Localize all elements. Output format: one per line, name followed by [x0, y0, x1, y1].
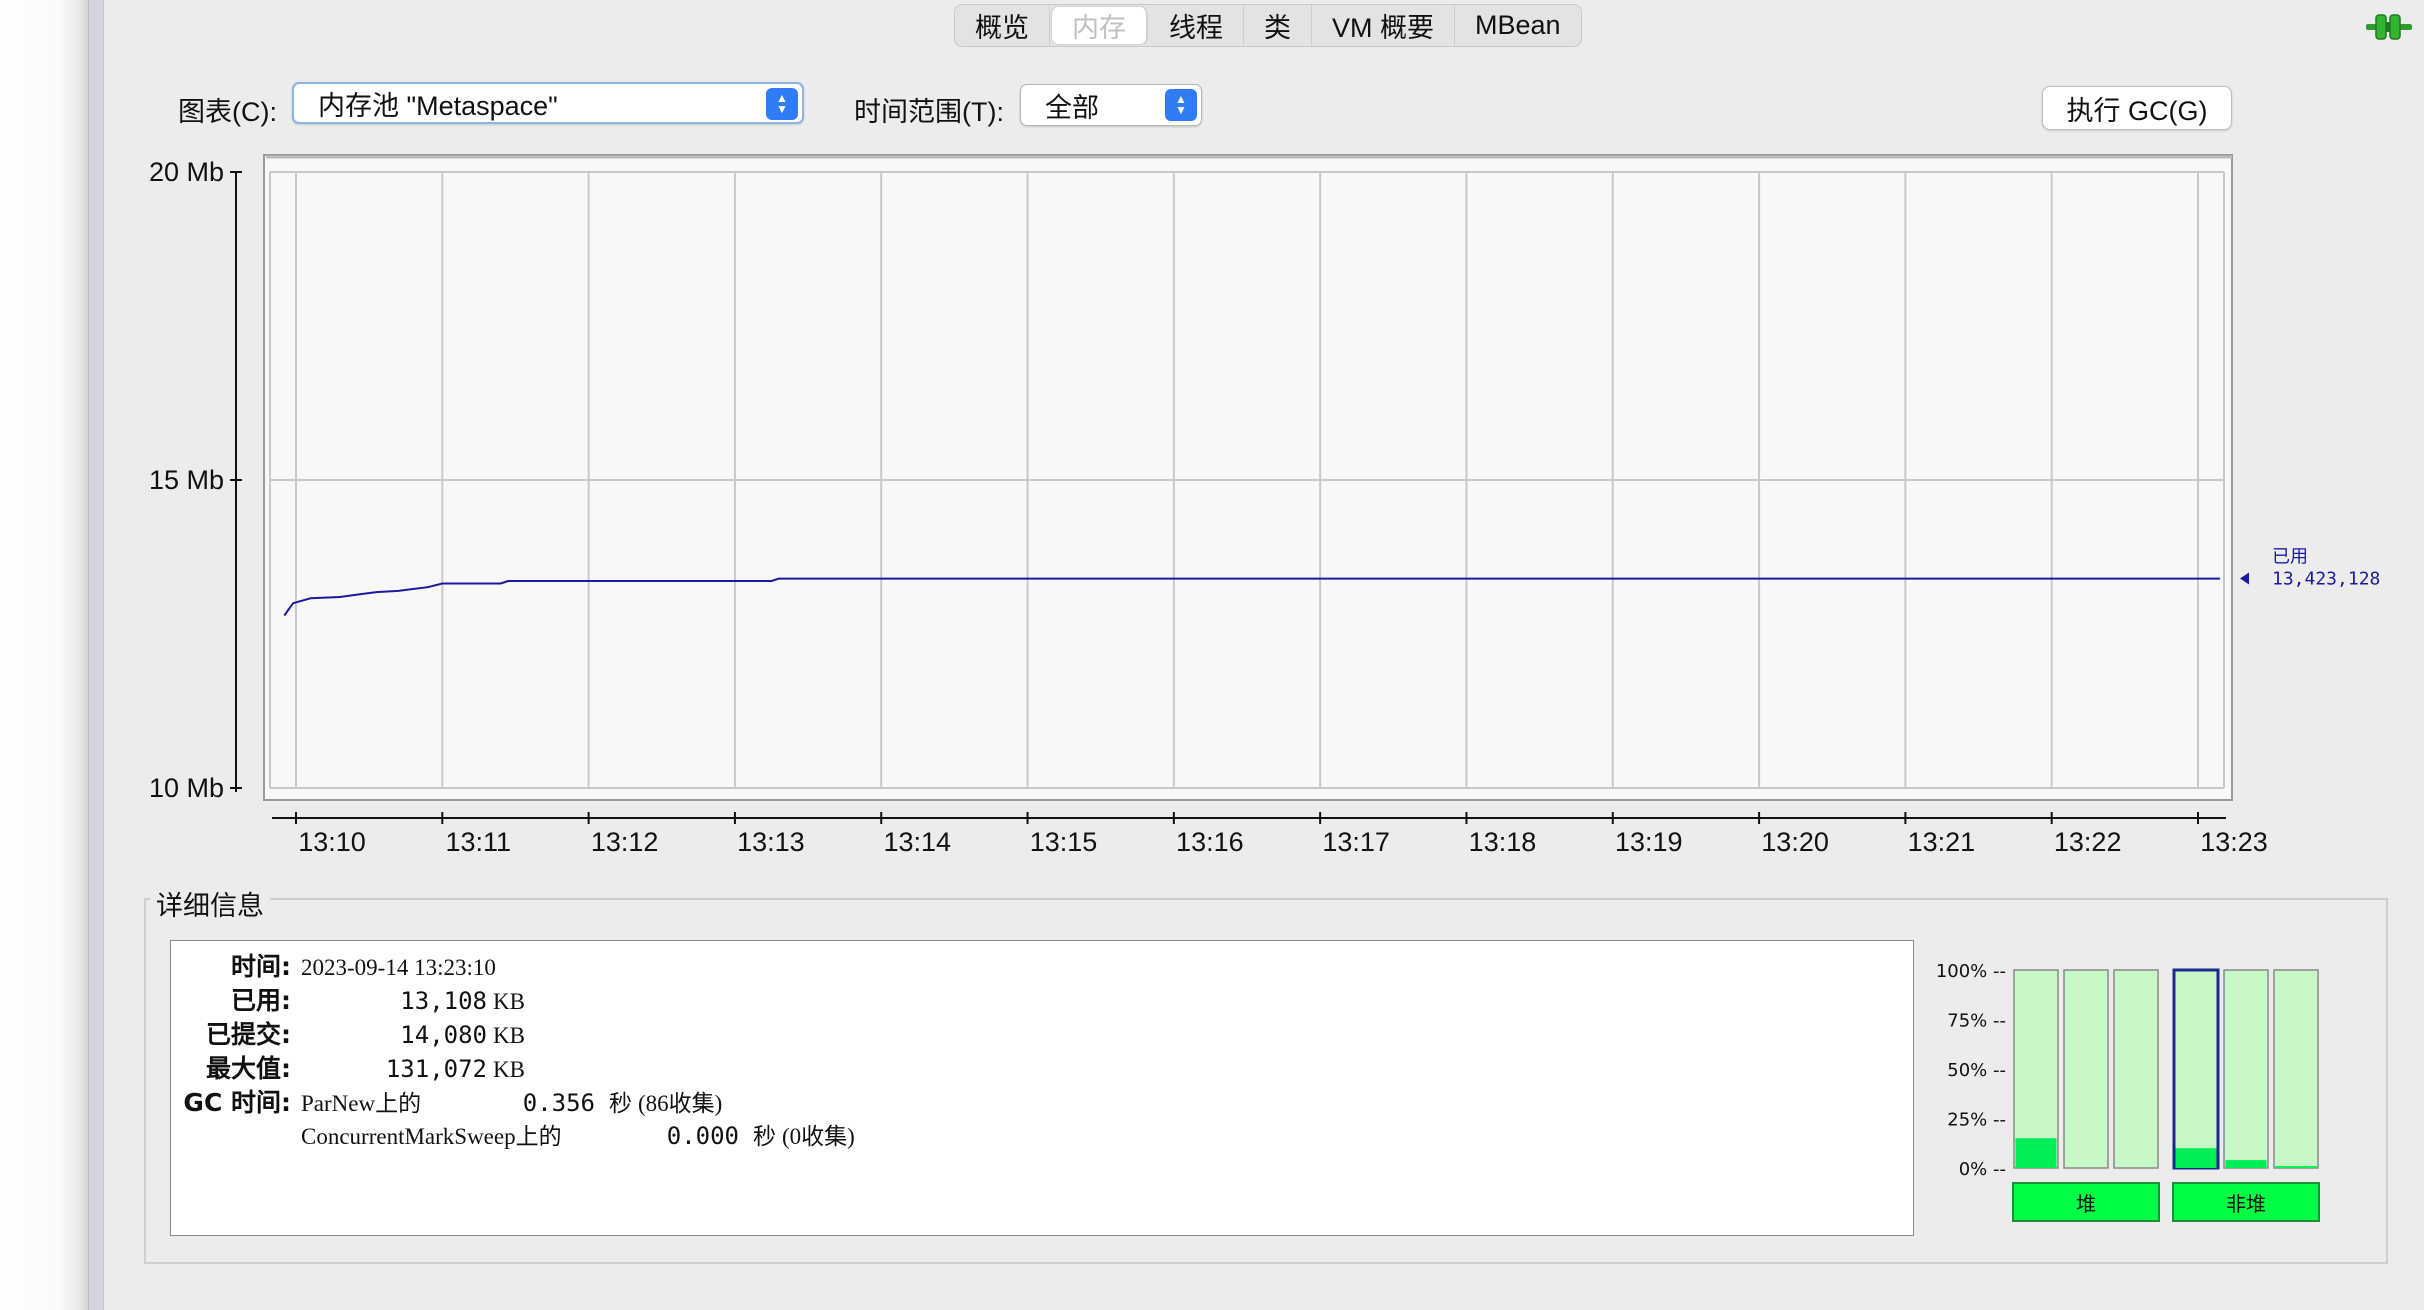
gc-collector-unit: 秒 [753, 1124, 776, 1149]
x-tick-label: 13:23 [2200, 827, 2268, 857]
x-tick-label: 13:15 [1030, 827, 1098, 857]
details-box: 时间: 2023-09-14 13:23:10 已用: 13,108 KB 已提… [170, 940, 1914, 1236]
gc-collector-time: 0.356 [522, 1089, 595, 1117]
y-tick-label: 10 Mb [149, 773, 224, 803]
committed-value: 14,080 [400, 1021, 487, 1049]
series-name-label: 已用 [2272, 547, 2308, 568]
detail-row-committed: 已提交: 14,080 KB [171, 1015, 525, 1049]
x-tick-label: 13:18 [1469, 827, 1537, 857]
x-tick-label: 13:20 [1761, 827, 1829, 857]
detail-row-gc-parnew: GC 时间: ParNew上的 0.356 秒 (86收集) [171, 1083, 722, 1117]
max-label: 最大值: [206, 1054, 291, 1083]
x-tick-label: 13:10 [298, 827, 366, 857]
committed-label: 已提交: [206, 1020, 291, 1049]
detail-row-gc-cms: ConcurrentMarkSweep上的 0.000 秒 (0收集) [171, 1117, 855, 1151]
gc-collector-count: (0收集) [782, 1124, 855, 1149]
x-tick-label: 13:13 [737, 827, 805, 857]
gc-collector-time: 0.000 [666, 1122, 739, 1150]
time-label: 时间: [231, 952, 291, 981]
memory-chart: 20 Mb 15 Mb 10 Mb 13:10 13:11 13:12 13:13 13:14… [149, 154, 2380, 857]
heap-button[interactable]: 堆 [2012, 1182, 2160, 1222]
x-tick-label: 13:16 [1176, 827, 1244, 857]
gc-time-label: GC 时间: [183, 1088, 291, 1117]
time-value: 2023-09-14 13:23:10 [301, 955, 496, 980]
max-value: 131,072 [385, 1055, 487, 1083]
x-tick-label: 13:19 [1615, 827, 1683, 857]
x-tick-label: 13:22 [2054, 827, 2122, 857]
gc-collector-count: (86收集) [638, 1091, 723, 1116]
series-marker [2240, 572, 2249, 585]
gc-collector-unit: 秒 [609, 1091, 632, 1116]
detail-row-time: 时间: 2023-09-14 13:23:10 [171, 947, 496, 981]
detail-row-max: 最大值: 131,072 KB [171, 1049, 525, 1083]
max-unit: KB [493, 1057, 525, 1082]
x-tick-label: 13:14 [883, 827, 951, 857]
series-value-label: 13,423,128 [2272, 569, 2380, 590]
plot-area [263, 154, 2233, 801]
detail-row-used: 已用: 13,108 KB [171, 981, 525, 1015]
used-value: 13,108 [400, 987, 487, 1015]
used-unit: KB [493, 989, 525, 1014]
committed-unit: KB [493, 1023, 525, 1048]
y-tick-label: 15 Mb [149, 465, 224, 495]
x-tick-label: 13:21 [1908, 827, 1976, 857]
x-tick-label: 13:12 [591, 827, 659, 857]
x-tick-label: 13:11 [446, 827, 512, 857]
non-heap-button[interactable]: 非堆 [2172, 1182, 2320, 1222]
gc-collector-name: ConcurrentMarkSweep上的 [301, 1124, 562, 1149]
details-title: 详细信息 [150, 884, 270, 923]
y-tick-label: 20 Mb [149, 157, 224, 187]
gc-collector-name: ParNew上的 [301, 1091, 422, 1116]
x-tick-label: 13:17 [1322, 827, 1390, 857]
used-label: 已用: [231, 986, 291, 1015]
